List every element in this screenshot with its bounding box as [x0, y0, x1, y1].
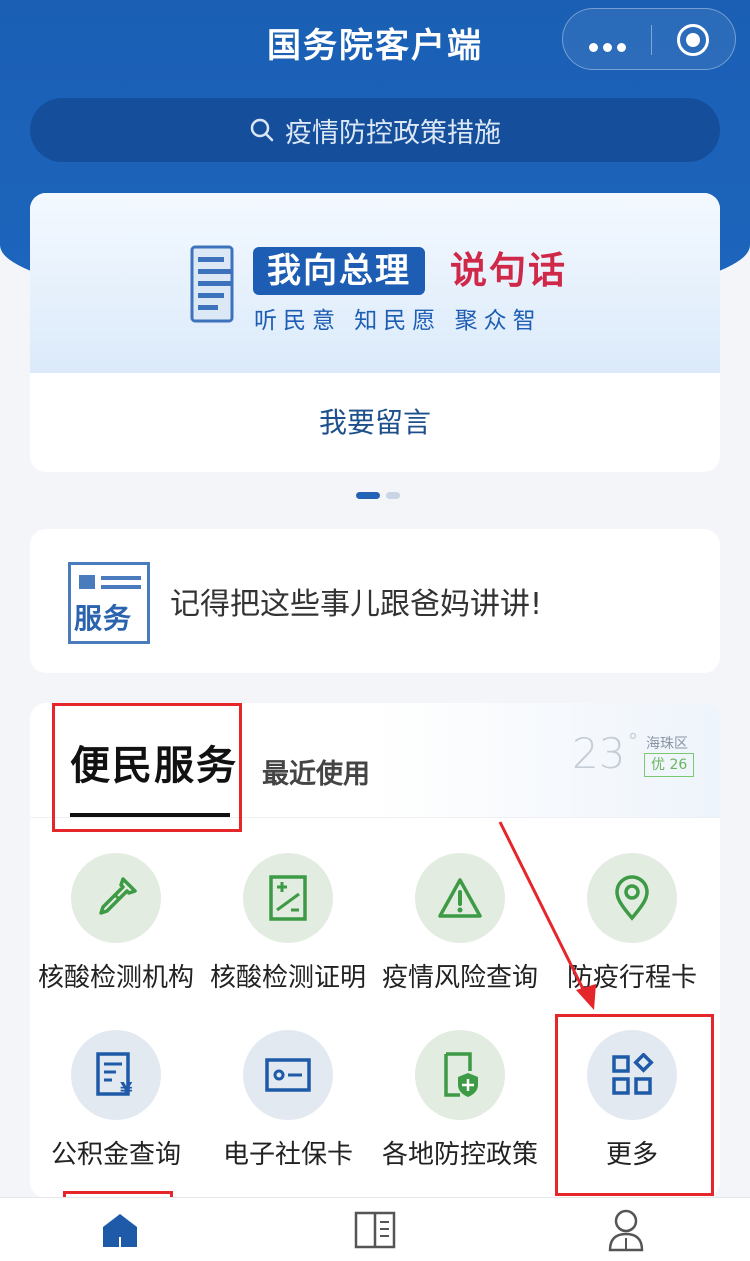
svg-text:¥: ¥	[120, 1079, 133, 1099]
service-item-housing-fund-query[interactable]: ¥ 公积金查询	[30, 1030, 202, 1171]
service-label: 电子社保卡	[222, 1140, 353, 1170]
banner-image[interactable]: 我向总理 说句话 听民意 知民愿 聚众智	[30, 193, 720, 373]
id-card-icon	[265, 1058, 311, 1092]
dropper-icon	[99, 877, 137, 915]
nav-home[interactable]	[90, 1208, 150, 1252]
banner-slogan: 听民意 知民愿 聚众智	[254, 308, 542, 334]
service-item-nucleic-test-sites[interactable]: 核酸检测机构	[30, 853, 202, 994]
bottom-navigation	[0, 1197, 750, 1261]
search-bar[interactable]: 疫情防控政策措施	[30, 98, 720, 162]
search-icon	[250, 118, 274, 142]
fund-doc-icon: ¥	[96, 1052, 133, 1099]
capsule-divider	[651, 25, 652, 55]
service-item-epidemic-risk-query[interactable]: 疫情风险查询	[374, 853, 546, 994]
dots-icon[interactable]	[589, 37, 631, 56]
indicator-dot-active	[356, 492, 380, 499]
shield-doc-icon	[444, 1052, 478, 1097]
certificate-icon	[269, 875, 307, 921]
service-label: 核酸检测证明	[209, 963, 366, 993]
weather-degree: °	[628, 729, 638, 753]
book-icon	[354, 1211, 396, 1249]
home-icon	[103, 1214, 137, 1247]
user-icon	[608, 1209, 644, 1252]
notice-card[interactable]: 服务 记得把这些事儿跟爸妈讲讲!	[30, 529, 720, 673]
notice-message: 记得把这些事儿跟爸妈讲讲!	[170, 587, 543, 622]
tab-recently-used[interactable]: 最近使用	[262, 752, 370, 791]
service-badge-icon: 服务	[68, 562, 150, 644]
nav-profile[interactable]	[596, 1208, 656, 1252]
service-item-travel-card[interactable]: 防疫行程卡	[546, 853, 718, 994]
service-label: 公积金查询	[50, 1140, 181, 1170]
nav-reader[interactable]	[345, 1208, 405, 1252]
mini-program-capsule	[562, 8, 736, 70]
badge-text: 服务	[74, 602, 133, 635]
weather-location: 海珠区	[646, 736, 688, 752]
service-item-social-security-card[interactable]: 电子社保卡	[202, 1030, 374, 1171]
leave-message-button[interactable]: 我要留言	[30, 373, 720, 472]
location-pin-icon	[615, 875, 649, 921]
target-icon[interactable]	[677, 24, 709, 56]
service-label: 防疫行程卡	[566, 963, 697, 993]
service-label: 各地防控政策	[381, 1140, 538, 1170]
banner-red-text: 说句话	[450, 249, 567, 292]
banner-pill-text: 我向总理	[253, 247, 425, 295]
air-quality-badge: 优 26	[644, 753, 695, 777]
indicator-dot	[386, 492, 400, 499]
service-label: 核酸检测机构	[37, 963, 194, 993]
service-label: 疫情风险查询	[381, 963, 538, 993]
warning-icon	[438, 878, 482, 918]
weather-temperature: 23	[572, 729, 626, 778]
document-icon	[190, 245, 234, 323]
annotation-box-more	[555, 1014, 714, 1196]
annotation-box-services-tab	[52, 703, 242, 832]
service-item-regional-policies[interactable]: 各地防控政策	[374, 1030, 546, 1171]
banner-card[interactable]: 我向总理 说句话 听民意 知民愿 聚众智 我要留言	[30, 193, 720, 472]
service-item-nucleic-test-certificate[interactable]: 核酸检测证明	[202, 853, 374, 994]
search-placeholder: 疫情防控政策措施	[285, 117, 501, 149]
